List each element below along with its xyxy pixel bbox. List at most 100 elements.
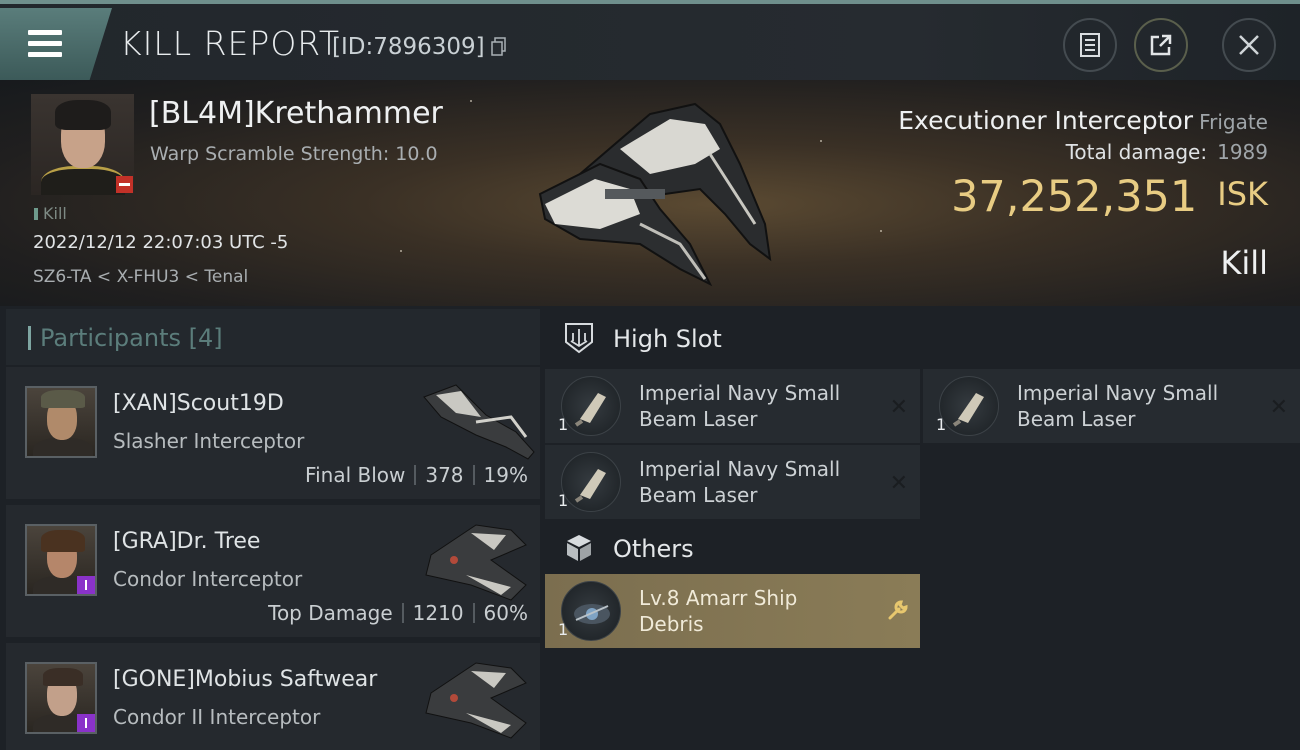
- participant-row[interactable]: [GONE]Mobius Saftwear Condor II Intercep…: [6, 643, 540, 750]
- module-slot-selected[interactable]: 1 Lv.8 Amarr Ship Debris: [545, 574, 920, 648]
- module-name-line1: Imperial Navy Small: [639, 457, 841, 481]
- kill-datetime: 2022/12/12 22:07:03 UTC -5: [33, 232, 289, 253]
- header-bar: KILL REPORT [ID:7896309]: [0, 0, 1300, 80]
- menu-icon: [28, 30, 62, 35]
- kill-tag: Kill: [34, 204, 67, 223]
- copy-icon[interactable]: [491, 37, 506, 56]
- participant-tag: Final Blow: [305, 463, 406, 487]
- module-quantity: 1: [558, 491, 569, 510]
- report-button[interactable]: [1063, 18, 1117, 72]
- destroyed-icon: ✕: [889, 395, 908, 420]
- others-label: Others: [613, 535, 694, 563]
- fitting-panel: High Slot 1 Imperial Navy Small Beam Lase…: [545, 309, 1300, 750]
- victim-ship-image[interactable]: [520, 94, 790, 289]
- wrench-icon[interactable]: [886, 598, 910, 622]
- participant-ship: Slasher Interceptor: [113, 429, 305, 453]
- module-name-line2: Debris: [639, 612, 704, 636]
- laser-module-icon: [939, 376, 999, 436]
- star: [820, 140, 822, 142]
- menu-icon-bar: [28, 41, 62, 46]
- report-id: [ID:7896309]: [332, 34, 485, 60]
- page-title: KILL REPORT: [120, 24, 340, 63]
- module-quantity: 1: [558, 620, 569, 639]
- victim-name[interactable]: [BL4M]Krethammer: [149, 96, 443, 131]
- module-name-line1: Lv.8 Amarr Ship: [639, 586, 798, 610]
- divider: [414, 465, 417, 485]
- result-label: Kill: [1220, 244, 1268, 282]
- participant-avatar[interactable]: [25, 524, 97, 596]
- participants-title: Participants [4]: [40, 324, 223, 352]
- victim-ship-type: Executioner Interceptor Frigate: [898, 106, 1268, 135]
- participant-damage: 378: [425, 463, 464, 487]
- victim-banner: [BL4M]Krethammer Warp Scramble Strength:…: [0, 80, 1300, 306]
- destroyed-icon: ✕: [1269, 395, 1288, 420]
- avatar-hair: [41, 530, 85, 552]
- module-slot[interactable]: 1 Imperial Navy Small Beam Laser ✕: [545, 445, 920, 519]
- divider: [401, 603, 404, 623]
- close-button[interactable]: [1222, 18, 1276, 72]
- star: [400, 250, 402, 252]
- document-icon: [1080, 33, 1100, 57]
- debris-icon: [561, 581, 621, 641]
- kill-tag-label: Kill: [43, 204, 67, 223]
- participants-panel: Participants [4] [XAN]Scout19D Slasher I…: [6, 309, 540, 750]
- high-slot-icon: [565, 323, 593, 354]
- total-damage-label: Total damage:: [1065, 140, 1208, 164]
- divider: [472, 603, 475, 623]
- participant-ship-image: [423, 384, 535, 460]
- module-name: Lv.8 Amarr Ship Debris: [639, 585, 869, 637]
- menu-button[interactable]: [0, 8, 112, 80]
- section-marker: [28, 326, 31, 350]
- participants-header: Participants [4]: [6, 309, 540, 365]
- participant-ship: Condor II Interceptor: [113, 705, 321, 729]
- participant-avatar[interactable]: [25, 386, 97, 458]
- total-damage-value: 1989: [1217, 140, 1268, 164]
- close-icon: [1239, 35, 1259, 55]
- participant-damage: 1210: [412, 601, 464, 625]
- participants-label: Participants: [40, 324, 181, 352]
- corp-badge-icon: [77, 576, 95, 594]
- participant-ship-image: [425, 662, 527, 739]
- avatar-hair: [43, 668, 83, 686]
- participant-percent: 19%: [483, 463, 528, 487]
- module-name-line2: Beam Laser: [639, 407, 758, 431]
- module-name-line2: Beam Laser: [1017, 407, 1136, 431]
- star: [470, 100, 472, 102]
- participants-count: [4]: [188, 324, 223, 352]
- participant-tag: Top Damage: [268, 601, 393, 625]
- corp-badge-icon: [77, 714, 95, 732]
- ship-class: Frigate: [1199, 110, 1268, 134]
- participant-name[interactable]: [XAN]Scout19D: [113, 391, 284, 416]
- isk-value: 37,252,351: [951, 172, 1198, 222]
- module-quantity: 1: [558, 415, 569, 434]
- participant-name[interactable]: [GONE]Mobius Saftwear: [113, 667, 377, 692]
- module-name-line2: Beam Laser: [639, 483, 758, 507]
- portrait-body: [41, 166, 125, 195]
- ship-name[interactable]: Executioner Interceptor: [898, 106, 1193, 135]
- participant-row[interactable]: [XAN]Scout19D Slasher Interceptor Final …: [6, 367, 540, 499]
- standing-badge: [116, 176, 133, 193]
- participant-name[interactable]: [GRA]Dr. Tree: [113, 529, 260, 554]
- module-slot[interactable]: 1 Imperial Navy Small Beam Laser ✕: [545, 369, 920, 443]
- total-damage: Total damage: 1989: [1066, 140, 1268, 164]
- warp-scramble-strength: Warp Scramble Strength: 10.0: [150, 143, 438, 165]
- participant-avatar[interactable]: [25, 662, 97, 734]
- isk-unit: ISK: [1217, 175, 1268, 213]
- menu-icon-bar: [28, 52, 62, 57]
- participant-ship-image: [425, 524, 527, 601]
- module-slot[interactable]: 1 Imperial Navy Small Beam Laser ✕: [923, 369, 1300, 443]
- kill-location[interactable]: SZ6-TA < X-FHU3 < Tenal: [33, 267, 248, 287]
- star: [880, 230, 882, 232]
- avatar-body: [33, 438, 93, 456]
- laser-module-icon: [561, 376, 621, 436]
- divider: [472, 465, 475, 485]
- module-name: Imperial Navy Small Beam Laser: [639, 380, 869, 432]
- high-slot-label: High Slot: [613, 325, 722, 353]
- destroyed-icon: ✕: [889, 471, 908, 496]
- participant-stats: Top Damage 1210 60%: [268, 601, 528, 625]
- kill-report-window: KILL REPORT [ID:7896309] [BL4M]Krethamme…: [0, 0, 1300, 750]
- share-button[interactable]: [1134, 18, 1188, 72]
- portrait-hair: [55, 100, 111, 130]
- participant-row[interactable]: [GRA]Dr. Tree Condor Interceptor Top Dam…: [6, 505, 540, 637]
- participant-percent: 60%: [483, 601, 528, 625]
